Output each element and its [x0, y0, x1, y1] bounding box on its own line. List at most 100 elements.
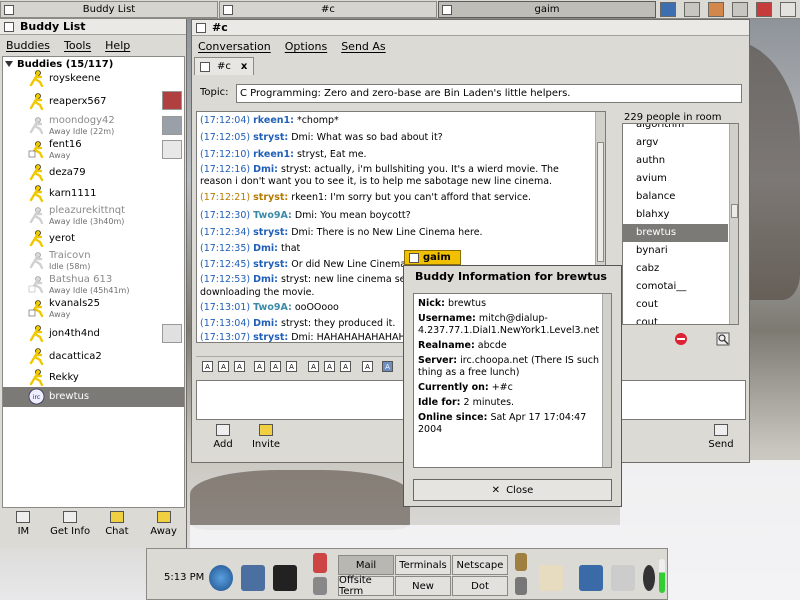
user-item[interactable]: bynari: [623, 242, 728, 260]
chat-titlebar[interactable]: #c: [192, 20, 749, 36]
buddy-avatar: [162, 324, 182, 343]
scrollbar-thumb[interactable]: [597, 142, 604, 262]
user-item[interactable]: algorithm: [623, 124, 728, 134]
tools-icon[interactable]: [313, 577, 327, 595]
editor-icon[interactable]: [313, 553, 327, 573]
launcher-new[interactable]: New: [395, 576, 451, 596]
launcher-terminals[interactable]: Terminals: [395, 555, 451, 575]
user-info-icon[interactable]: [716, 332, 730, 346]
scrollbar-thumb[interactable]: [731, 204, 738, 218]
bold-button[interactable]: A: [202, 361, 213, 372]
close-button[interactable]: ✕ Close: [413, 479, 612, 501]
close-tab-icon[interactable]: x: [241, 61, 247, 72]
task-buddy-list[interactable]: Buddy List: [0, 1, 218, 18]
buddy-reaperx567[interactable]: reaperx567: [3, 88, 184, 114]
user-item[interactable]: cout_: [623, 314, 728, 324]
cabinet-icon[interactable]: [579, 565, 603, 591]
invite-button[interactable]: Invite: [247, 424, 285, 450]
add-button[interactable]: Add: [204, 424, 242, 450]
im-button[interactable]: IM: [1, 511, 45, 537]
user-item[interactable]: comotai__: [623, 278, 728, 296]
message-line: (17:12:21) stryst: rkeen1: I'm sorry but…: [200, 192, 532, 203]
menu-help[interactable]: Help: [105, 39, 130, 52]
menu-send-as[interactable]: Send As: [341, 40, 385, 53]
info-scrollbar[interactable]: [602, 294, 611, 467]
user-item[interactable]: blahxy: [623, 206, 728, 224]
user-item[interactable]: authn: [623, 152, 728, 170]
buddy-list-titlebar[interactable]: Buddy List: [0, 19, 186, 35]
get-info-button[interactable]: Get Info: [48, 511, 92, 537]
tab-c[interactable]: #c x: [194, 57, 255, 75]
user-item[interactable]: argv: [623, 134, 728, 152]
buddy-moondogy42[interactable]: moondogy42 Away Idle (22m): [3, 114, 184, 138]
menu-buddies[interactable]: Buddies: [6, 39, 50, 52]
buddy-dacattica2[interactable]: dacattica2: [3, 346, 184, 367]
launcher-dot[interactable]: Dot: [452, 576, 508, 596]
task-chat-c[interactable]: #c: [219, 1, 437, 18]
buddy-yerot[interactable]: yerot: [3, 228, 184, 249]
user-item[interactable]: balance: [623, 188, 728, 206]
speaker-icon[interactable]: [643, 565, 655, 591]
desktop-pager-icon[interactable]: [660, 2, 676, 17]
send-button[interactable]: Send: [702, 424, 740, 450]
buddy-traicovn[interactable]: Traicovn Idle (58m): [3, 249, 184, 273]
topic-input[interactable]: [236, 84, 742, 103]
gaim-popup-tab[interactable]: gaim: [404, 250, 461, 265]
file-manager-icon[interactable]: [241, 565, 265, 591]
buddy-list-menubar: Buddies Tools Help: [0, 35, 186, 56]
info-online-since: Online since: Sat Apr 17 17:04:47 2004: [418, 412, 587, 435]
buddy-batshua-613[interactable]: Batshua 613 Away Idle (45h41m): [3, 273, 184, 297]
user-list-scrollbar[interactable]: [729, 124, 738, 324]
printer-icon[interactable]: [611, 565, 635, 591]
settings-icon[interactable]: [708, 2, 724, 17]
buddy-jon4th4nd[interactable]: jon4th4nd: [3, 321, 184, 346]
insert-image-button[interactable]: A: [382, 361, 393, 372]
volume-meter[interactable]: [659, 559, 665, 593]
smaller-text-button[interactable]: A: [286, 361, 297, 372]
launcher-offsite-term[interactable]: Offsite Term: [338, 575, 394, 597]
user-item[interactable]: cabz: [623, 260, 728, 278]
menu-options[interactable]: Options: [285, 40, 327, 53]
user-item[interactable]: avium: [623, 170, 728, 188]
menu-conversation[interactable]: Conversation: [198, 40, 271, 53]
buddy-kvanals25[interactable]: kvanals25 Away: [3, 297, 184, 321]
insert-link-button[interactable]: A: [362, 361, 373, 372]
buddy-fent16[interactable]: fent16 Away: [3, 138, 184, 162]
expander-icon[interactable]: [5, 61, 13, 67]
task-gaim[interactable]: gaim: [438, 1, 656, 18]
log-out-icon[interactable]: [515, 577, 527, 595]
underline-button[interactable]: A: [234, 361, 245, 372]
buddy-karn1111[interactable]: karn1111: [3, 183, 184, 204]
font-face-button[interactable]: A: [308, 361, 319, 372]
browser-globe-icon[interactable]: [209, 565, 233, 591]
chat-button[interactable]: Chat: [95, 511, 139, 537]
away-button[interactable]: Away: [142, 511, 186, 537]
aim-running-man-icon: [29, 164, 44, 181]
lock-icon[interactable]: [515, 553, 527, 571]
italic-button[interactable]: A: [218, 361, 229, 372]
menu-tools[interactable]: Tools: [64, 39, 91, 52]
screen-icon[interactable]: [684, 2, 700, 17]
buddy-deza79[interactable]: deza79: [3, 162, 184, 183]
envelope-icon[interactable]: [539, 565, 563, 591]
user-item[interactable]: cout: [623, 296, 728, 314]
user-list[interactable]: algorithm argv authn avium balance blahx…: [622, 123, 739, 325]
larger-text-button[interactable]: A: [254, 361, 265, 372]
normal-text-button[interactable]: A: [270, 361, 281, 372]
user-item-selected[interactable]: brewtus: [623, 224, 728, 242]
launcher-mail[interactable]: Mail: [338, 555, 394, 575]
launcher-netscape[interactable]: Netscape: [452, 555, 508, 575]
message-line: (17:12:04) rkeen1: *chomp*: [200, 115, 339, 126]
background-color-button[interactable]: A: [340, 361, 351, 372]
window-menu-icon[interactable]: [780, 2, 796, 17]
buddy-royskeene[interactable]: royskeene: [3, 69, 184, 88]
terminal-icon[interactable]: [273, 565, 297, 591]
buddy-rekky[interactable]: Rekky: [3, 367, 184, 387]
ignore-user-icon[interactable]: [674, 332, 688, 346]
logout-icon[interactable]: [756, 2, 772, 17]
foreground-color-button[interactable]: A: [324, 361, 335, 372]
aim-running-man-icon: [29, 369, 44, 386]
buddy-brewtus[interactable]: irc brewtus: [3, 387, 184, 407]
network-icon[interactable]: [732, 2, 748, 17]
buddy-pleazurekittnqt[interactable]: pleazurekittnqt Away Idle (3h40m): [3, 204, 184, 228]
